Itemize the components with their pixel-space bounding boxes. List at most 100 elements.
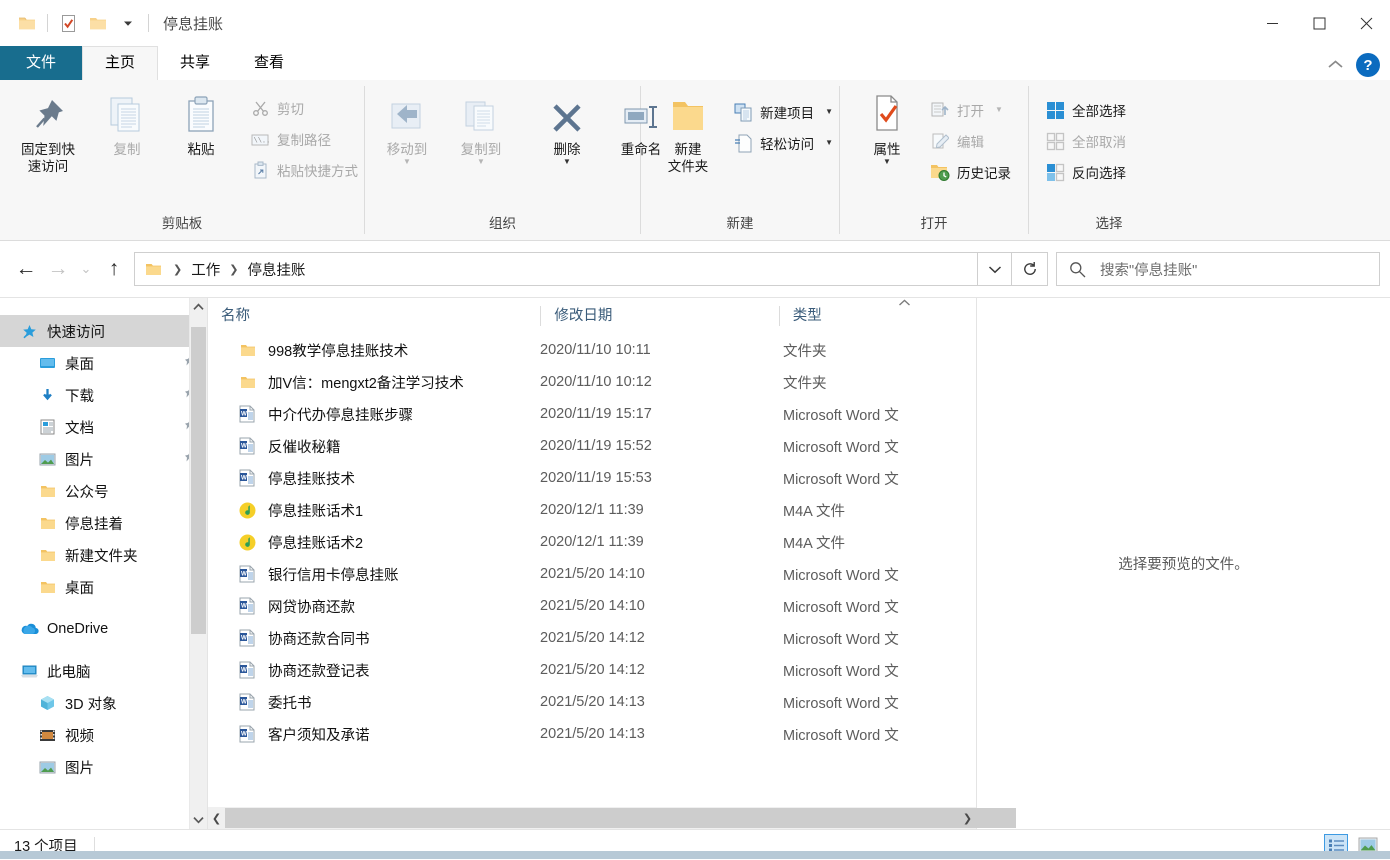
table-row[interactable]: 停息挂账话术2 2020/12/1 11:39 M4A 文件 bbox=[208, 526, 976, 558]
window-title: 停息挂账 bbox=[163, 13, 223, 34]
pin-to-quick-access-button[interactable]: 固定到快速访问 bbox=[6, 92, 90, 175]
cut-button[interactable]: 剪切 bbox=[248, 94, 364, 122]
column-header-date[interactable]: 修改日期 bbox=[541, 298, 779, 334]
sidebar-item-quick-access[interactable]: 快速访问 bbox=[0, 315, 207, 347]
maximize-button[interactable] bbox=[1296, 0, 1343, 46]
paste-button[interactable]: 粘贴 bbox=[164, 92, 238, 158]
file-date: 2020/12/1 11:39 bbox=[540, 502, 783, 518]
forward-button[interactable]: → bbox=[42, 253, 74, 285]
sidebar-item-this-pc[interactable]: 此电脑 bbox=[0, 655, 207, 687]
copy-path-button[interactable]: \\.. 复制路径 bbox=[248, 125, 364, 153]
copy-to-button[interactable]: 复制到 ▼ bbox=[444, 92, 518, 165]
scroll-down-arrow[interactable] bbox=[190, 811, 207, 829]
easy-access-button[interactable]: 轻松访问 ▼ bbox=[731, 129, 839, 157]
sidebar-item-desktop[interactable]: 桌面 bbox=[0, 347, 207, 379]
column-header-name[interactable]: 名称 bbox=[208, 298, 541, 334]
sidebar-item-pictures[interactable]: 图片 bbox=[0, 443, 207, 475]
table-row[interactable]: W 中介代办停息挂账步骤 2020/11/19 15:17 Microsoft … bbox=[208, 398, 976, 430]
checkbox-properties-icon[interactable] bbox=[53, 8, 83, 38]
scroll-right-arrow[interactable]: ❯ bbox=[959, 807, 976, 829]
invert-selection-button[interactable]: 反向选择 bbox=[1043, 158, 1132, 186]
select-all-button[interactable]: 全部选择 bbox=[1043, 96, 1132, 124]
address-dropdown-button[interactable] bbox=[978, 252, 1012, 286]
history-button[interactable]: 历史记录 bbox=[928, 158, 1017, 186]
breadcrumb-item-0[interactable]: 工作 bbox=[189, 259, 222, 280]
chevron-down-icon[interactable]: ▼ bbox=[563, 159, 571, 165]
tab-home[interactable]: 主页 bbox=[82, 46, 158, 80]
table-row[interactable]: 加V信：mengxt2备注学习技术 2020/11/10 10:12 文件夹 bbox=[208, 366, 976, 398]
horizontal-scrollbar[interactable]: ❮ ❯ bbox=[208, 807, 976, 829]
up-button[interactable]: ↑ bbox=[98, 253, 130, 285]
chevron-down-icon[interactable]: ▼ bbox=[403, 159, 411, 165]
breadcrumb-item-1[interactable]: 停息挂账 bbox=[245, 259, 307, 280]
close-button[interactable] bbox=[1343, 0, 1390, 46]
tab-file[interactable]: 文件 bbox=[0, 46, 82, 80]
scroll-left-arrow[interactable]: ❮ bbox=[208, 807, 225, 829]
sidebar-item-3d-objects[interactable]: 3D 对象 bbox=[0, 687, 207, 719]
search-input[interactable]: 搜索"停息挂账" bbox=[1056, 252, 1380, 286]
navigation-scrollbar[interactable] bbox=[189, 298, 207, 829]
chevron-down-icon[interactable]: ▼ bbox=[883, 159, 891, 165]
paste-shortcut-button[interactable]: 粘贴快捷方式 bbox=[248, 156, 364, 184]
back-button[interactable]: ← bbox=[10, 253, 42, 285]
tab-view[interactable]: 查看 bbox=[232, 46, 306, 80]
column-header-type-label: 类型 bbox=[793, 308, 822, 324]
sidebar-item-folder-3[interactable]: 桌面 bbox=[0, 571, 207, 603]
table-row[interactable]: W 协商还款登记表 2021/5/20 14:12 Microsoft Word… bbox=[208, 654, 976, 686]
scroll-thumb[interactable] bbox=[191, 327, 206, 634]
table-row[interactable]: W 协商还款合同书 2021/5/20 14:12 Microsoft Word… bbox=[208, 622, 976, 654]
help-button[interactable]: ? bbox=[1356, 53, 1380, 77]
refresh-button[interactable] bbox=[1012, 252, 1048, 286]
chevron-down-icon[interactable]: ▼ bbox=[995, 107, 1003, 113]
select-none-button[interactable]: 全部取消 bbox=[1043, 127, 1132, 155]
sidebar-item-documents[interactable]: 文档 bbox=[0, 411, 207, 443]
table-row[interactable]: W 网贷协商还款 2021/5/20 14:10 Microsoft Word … bbox=[208, 590, 976, 622]
column-header-type[interactable]: 类型 bbox=[780, 298, 976, 334]
move-to-button[interactable]: 移动到 ▼ bbox=[370, 92, 444, 165]
ribbon-group-title-organize: 组织 bbox=[365, 214, 640, 240]
collapse-ribbon-button[interactable] bbox=[1327, 57, 1344, 73]
delete-button[interactable]: 删除 ▼ bbox=[530, 92, 604, 165]
table-row[interactable]: W 客户须知及承诺 2021/5/20 14:13 Microsoft Word… bbox=[208, 718, 976, 750]
onedrive-cloud-icon bbox=[18, 622, 40, 636]
folder-new-icon[interactable] bbox=[83, 8, 113, 38]
sidebar-item-pictures-2[interactable]: 图片 bbox=[0, 751, 207, 783]
table-row[interactable]: W 委托书 2021/5/20 14:13 Microsoft Word 文 bbox=[208, 686, 976, 718]
copy-icon bbox=[107, 92, 147, 136]
tab-share[interactable]: 共享 bbox=[158, 46, 232, 80]
copy-button[interactable]: 复制 bbox=[90, 92, 164, 158]
breadcrumb-separator[interactable]: ❯ bbox=[166, 263, 189, 276]
edit-button[interactable]: 编辑 bbox=[928, 127, 1017, 155]
sidebar-item-folder-2[interactable]: 新建文件夹 bbox=[0, 539, 207, 571]
chevron-down-icon[interactable]: ▼ bbox=[477, 159, 485, 165]
table-row[interactable]: 停息挂账话术1 2020/12/1 11:39 M4A 文件 bbox=[208, 494, 976, 526]
chevron-down-icon[interactable]: ▼ bbox=[825, 109, 833, 115]
table-row[interactable]: W 反催收秘籍 2020/11/19 15:52 Microsoft Word … bbox=[208, 430, 976, 462]
sidebar-item-label: OneDrive bbox=[47, 621, 108, 637]
breadcrumb-separator[interactable]: ❯ bbox=[222, 263, 245, 276]
folder-icon[interactable] bbox=[12, 8, 42, 38]
minimize-button[interactable] bbox=[1249, 0, 1296, 46]
new-folder-button[interactable]: 新建文件夹 bbox=[649, 92, 727, 175]
properties-button[interactable]: 属性 ▼ bbox=[850, 92, 924, 165]
recent-locations-button[interactable]: ⌄ bbox=[74, 253, 98, 285]
table-row[interactable]: W 银行信用卡停息挂账 2021/5/20 14:10 Microsoft Wo… bbox=[208, 558, 976, 590]
sidebar-item-onedrive[interactable]: OneDrive bbox=[0, 613, 207, 645]
scroll-thumb[interactable] bbox=[225, 808, 1016, 828]
chevron-down-icon[interactable] bbox=[113, 8, 143, 38]
file-type: Microsoft Word 文 bbox=[783, 692, 899, 713]
new-item-button[interactable]: 新建项目 ▼ bbox=[731, 98, 839, 126]
table-row[interactable]: 998教学停息挂账技术 2020/11/10 10:11 文件夹 bbox=[208, 334, 976, 366]
sidebar-item-folder-1[interactable]: 停息挂着 bbox=[0, 507, 207, 539]
spacer bbox=[0, 645, 207, 655]
invert-selection-label: 反向选择 bbox=[1072, 162, 1126, 182]
sidebar-item-downloads[interactable]: 下载 bbox=[0, 379, 207, 411]
open-button[interactable]: 打开 ▼ bbox=[928, 96, 1017, 124]
sidebar-item-videos[interactable]: 视频 bbox=[0, 719, 207, 751]
clipboard-small-commands: 剪切 \\.. 复制路径 粘贴快捷方式 bbox=[248, 92, 364, 184]
chevron-down-icon[interactable]: ▼ bbox=[825, 140, 833, 146]
sidebar-item-folder-0[interactable]: 公众号 bbox=[0, 475, 207, 507]
breadcrumb[interactable]: ❯ 工作 ❯ 停息挂账 bbox=[134, 252, 978, 286]
table-row[interactable]: W 停息挂账技术 2020/11/19 15:53 Microsoft Word… bbox=[208, 462, 976, 494]
scroll-up-arrow[interactable] bbox=[190, 298, 207, 316]
